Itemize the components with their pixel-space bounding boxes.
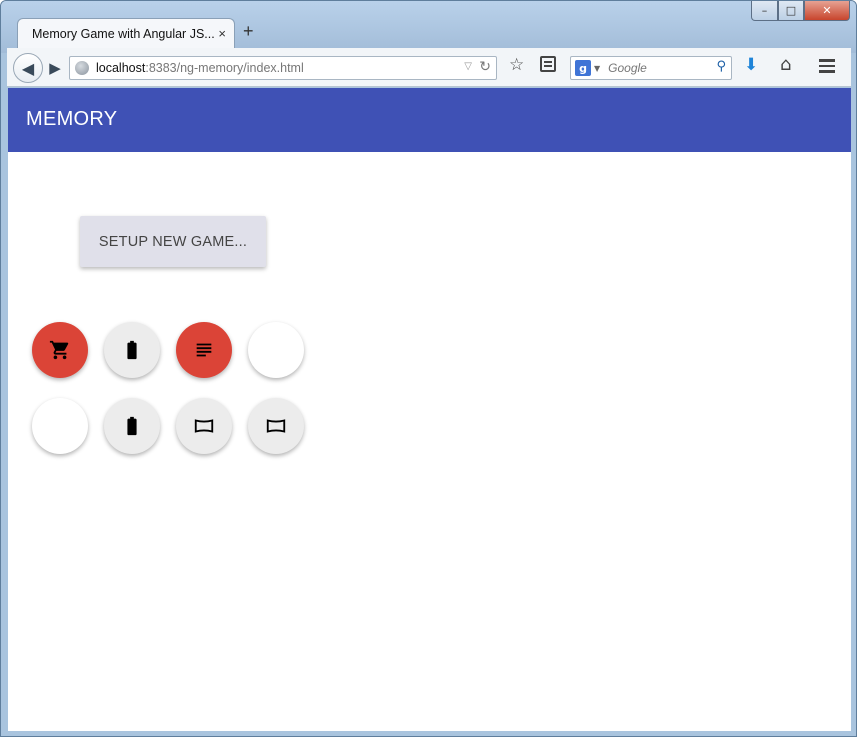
- bookmarks-list-icon[interactable]: [540, 56, 556, 72]
- memory-card[interactable]: [32, 322, 88, 378]
- globe-icon: [75, 61, 89, 75]
- app-title: MEMORY: [26, 108, 118, 130]
- navigation-bar: ◀ ▶ localhost:8383/ng-memory/index.html …: [7, 48, 851, 87]
- title-bar: – □ ✕ Memory Game with Angular JS... × +: [1, 1, 856, 53]
- page-content: MEMORY SETUP NEW GAME...: [8, 88, 851, 731]
- url-path: :8383/ng-memory/index.html: [145, 61, 304, 75]
- setup-new-game-button[interactable]: SETUP NEW GAME...: [80, 216, 266, 267]
- minimize-button[interactable]: –: [751, 1, 778, 21]
- new-tab-button[interactable]: +: [243, 21, 254, 42]
- close-window-button[interactable]: ✕: [804, 1, 850, 21]
- battery-icon: [121, 339, 143, 361]
- search-input[interactable]: Google: [608, 61, 647, 75]
- downloads-icon[interactable]: ⬇: [744, 55, 758, 75]
- battery-icon: [121, 415, 143, 437]
- search-icon[interactable]: ⚲: [716, 59, 726, 74]
- memory-card[interactable]: [32, 398, 88, 454]
- memory-card[interactable]: [104, 322, 160, 378]
- url-text[interactable]: localhost:8383/ng-memory/index.html: [96, 61, 304, 75]
- tab-title: Memory Game with Angular JS...: [32, 26, 215, 41]
- browser-window: – □ ✕ Memory Game with Angular JS... × +…: [0, 0, 857, 737]
- browser-tab[interactable]: Memory Game with Angular JS... ×: [17, 18, 235, 48]
- maximize-button[interactable]: □: [778, 1, 804, 21]
- search-engine-dropdown-icon[interactable]: ▼: [594, 64, 600, 73]
- reload-icon[interactable]: ↻: [479, 59, 491, 75]
- hamburger-menu-icon[interactable]: [819, 59, 837, 73]
- search-bar[interactable]: g ▼ Google ⚲: [570, 56, 732, 80]
- home-icon[interactable]: ⌂: [780, 54, 791, 75]
- forward-button[interactable]: ▶: [43, 56, 67, 80]
- forward-arrow-icon: ▶: [49, 59, 61, 77]
- memory-card[interactable]: [176, 322, 232, 378]
- bookmark-star-icon[interactable]: ☆: [509, 55, 524, 75]
- back-button[interactable]: ◀: [13, 53, 43, 83]
- memory-card[interactable]: [104, 398, 160, 454]
- panorama-icon: [193, 415, 215, 437]
- window-controls: – □ ✕: [751, 1, 850, 21]
- app-toolbar: MEMORY: [8, 88, 851, 152]
- memory-card[interactable]: [248, 322, 304, 378]
- panorama-icon: [265, 415, 287, 437]
- url-host: localhost: [96, 61, 146, 75]
- memory-card[interactable]: [176, 398, 232, 454]
- google-search-engine-icon[interactable]: g: [575, 60, 591, 76]
- memory-card[interactable]: [248, 398, 304, 454]
- url-dropdown-icon[interactable]: ▽: [464, 61, 472, 72]
- tab-close-icon[interactable]: ×: [218, 26, 226, 41]
- url-bar[interactable]: localhost:8383/ng-memory/index.html ▽ ↻: [69, 56, 497, 80]
- shopping-cart-icon: [49, 339, 71, 361]
- text-lines-icon: [193, 339, 215, 361]
- back-arrow-icon: ◀: [21, 58, 35, 78]
